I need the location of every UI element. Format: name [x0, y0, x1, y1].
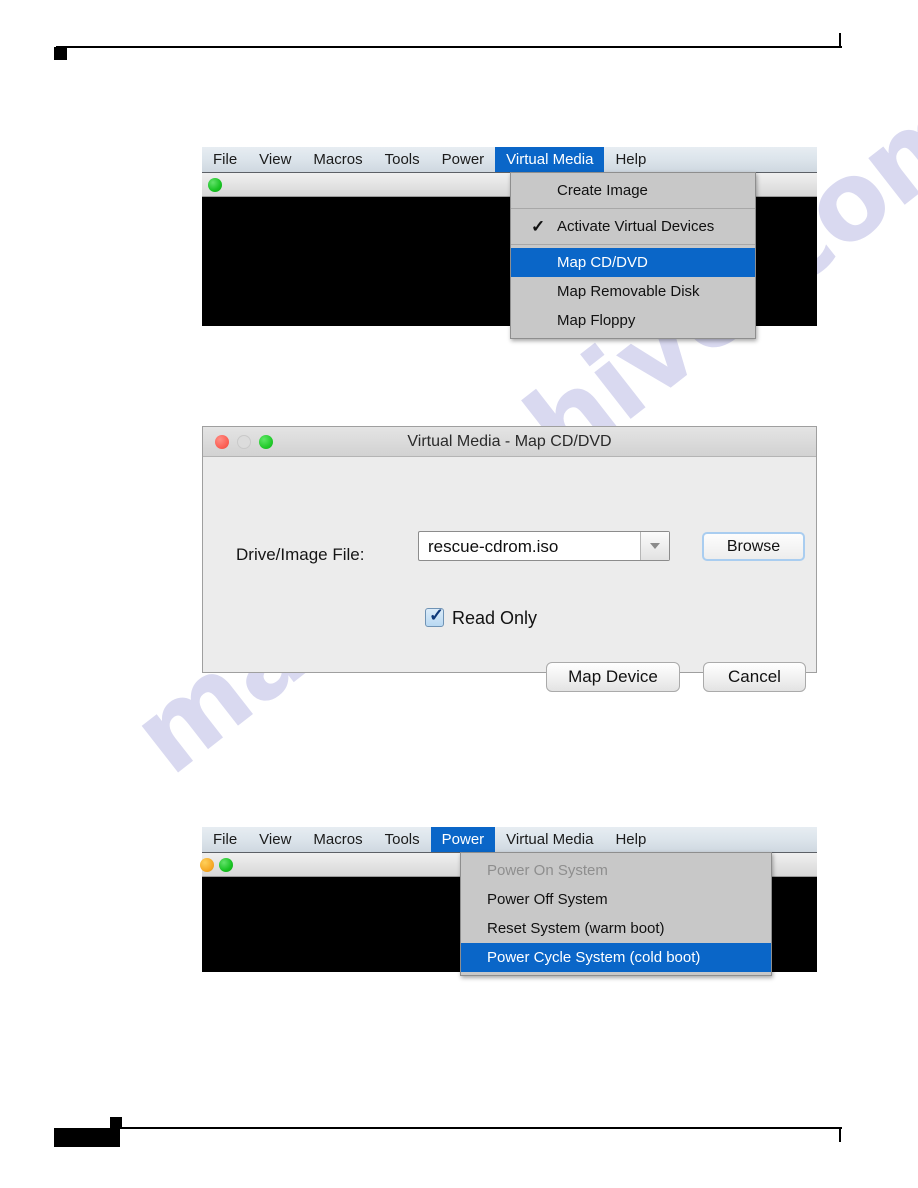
menu-option-power-cycle-system-cold-boot[interactable]: Power Cycle System (cold boot)	[461, 943, 771, 972]
menu-item-power[interactable]: Power	[431, 147, 496, 172]
menu-option-label: Map CD/DVD	[557, 254, 648, 271]
header-rule-right-tick	[839, 33, 841, 47]
menu-option-activate-virtual-devices[interactable]: ✓ Activate Virtual Devices	[511, 212, 755, 241]
menu-option-label: Map Removable Disk	[557, 283, 700, 300]
menu-item-file[interactable]: File	[202, 147, 248, 172]
menu-option-map-removable-disk[interactable]: Map Removable Disk	[511, 277, 755, 306]
figure-power-menu: File View Macros Tools Power Virtual Med…	[200, 827, 817, 976]
menu-option-label: Create Image	[557, 182, 648, 199]
menu-option-map-cd-dvd[interactable]: Map CD/DVD	[511, 248, 755, 277]
checkmark-icon: ✓	[531, 216, 546, 236]
menu-option-label: Power On System	[487, 862, 608, 879]
menu-option-label: Power Off System	[487, 891, 608, 908]
menu-item-file[interactable]: File	[202, 827, 248, 852]
header-rule-line	[56, 46, 842, 48]
menu-item-view[interactable]: View	[248, 827, 302, 852]
dropdown-power[interactable]: Power On System Power Off System Reset S…	[460, 852, 772, 976]
dialog-body: Drive/Image File: rescue-cdrom.iso Brows…	[203, 457, 816, 692]
drive-image-file-label: Drive/Image File:	[236, 545, 365, 564]
status-led-green-icon	[208, 177, 222, 192]
figure-virtual-media-menu: File View Macros Tools Power Virtual Med…	[202, 147, 817, 339]
checkmark-icon: ✓	[429, 605, 445, 625]
dialog-title: Virtual Media - Map CD/DVD	[407, 432, 612, 450]
menu-separator	[511, 208, 755, 209]
status-led-green-icon	[219, 857, 233, 872]
read-only-label: Read Only	[452, 607, 538, 628]
menu-item-help[interactable]: Help	[604, 147, 657, 172]
menu-item-tools[interactable]: Tools	[374, 147, 431, 172]
status-led-orange-icon	[200, 857, 214, 872]
menu-option-label: Power Cycle System (cold boot)	[487, 949, 701, 966]
footer-rule-left-block	[54, 1128, 120, 1147]
menubar-virtual-media[interactable]: File View Macros Tools Power Virtual Med…	[202, 147, 817, 173]
minimize-window-button	[237, 434, 251, 449]
dialog-title-bar[interactable]: Virtual Media - Map CD/DVD	[203, 427, 816, 457]
menu-option-reset-system-warm-boot[interactable]: Reset System (warm boot)	[461, 914, 771, 943]
map-device-button[interactable]: Map Device	[546, 662, 680, 692]
menu-option-map-floppy[interactable]: Map Floppy	[511, 306, 755, 335]
menu-item-macros[interactable]: Macros	[302, 827, 373, 852]
read-only-checkbox[interactable]: ✓	[425, 605, 445, 627]
cancel-button[interactable]: Cancel	[703, 662, 806, 692]
menubar-power[interactable]: File View Macros Tools Power Virtual Med…	[202, 827, 817, 853]
menu-option-label: Map Floppy	[557, 312, 636, 329]
header-rule-left-square	[54, 47, 67, 60]
window-controls	[203, 434, 273, 449]
drive-image-file-combobox[interactable]: rescue-cdrom.iso	[418, 531, 670, 561]
zoom-window-button[interactable]	[259, 434, 273, 449]
menu-option-label: Activate Virtual Devices	[557, 218, 715, 235]
menu-option-label: Reset System (warm boot)	[487, 920, 665, 937]
menu-option-power-off-system[interactable]: Power Off System	[461, 885, 771, 914]
chevron-down-icon[interactable]	[640, 532, 669, 560]
read-only-row[interactable]: ✓ Read Only	[425, 605, 538, 628]
menu-item-macros[interactable]: Macros	[302, 147, 373, 172]
menu-option-power-on-system: Power On System	[461, 856, 771, 885]
menu-item-help[interactable]: Help	[604, 827, 657, 852]
menu-item-view[interactable]: View	[248, 147, 302, 172]
menu-item-virtual-media[interactable]: Virtual Media	[495, 147, 605, 172]
close-window-button[interactable]	[215, 434, 229, 449]
footer-rule-line	[120, 1127, 842, 1129]
menu-option-create-image[interactable]: Create Image	[511, 176, 755, 205]
footer-rule-tab	[110, 1117, 122, 1128]
menu-item-power[interactable]: Power	[430, 827, 496, 852]
menu-item-tools[interactable]: Tools	[374, 827, 431, 852]
drive-image-file-input[interactable]: rescue-cdrom.iso	[419, 532, 640, 560]
footer-rule-right-tick	[839, 1128, 841, 1142]
menu-item-virtual-media[interactable]: Virtual Media	[495, 827, 604, 852]
menu-separator	[511, 244, 755, 245]
dropdown-virtual-media[interactable]: Create Image ✓ Activate Virtual Devices …	[510, 172, 756, 339]
browse-button[interactable]: Browse	[702, 532, 805, 561]
dialog-map-cd-dvd: Virtual Media - Map CD/DVD Drive/Image F…	[202, 426, 817, 692]
